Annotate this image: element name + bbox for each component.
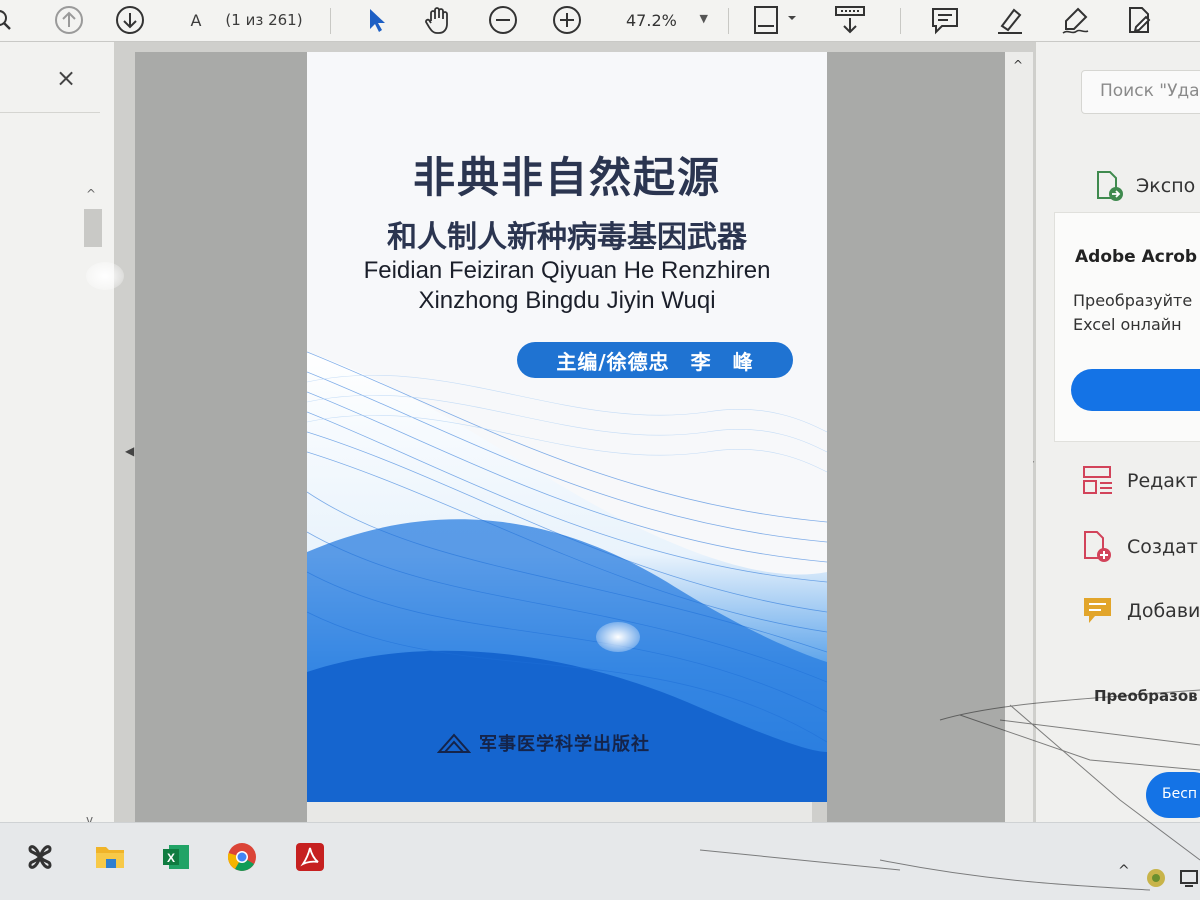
excel-icon[interactable]: X bbox=[156, 837, 196, 877]
tray-app-icon[interactable] bbox=[1145, 867, 1167, 893]
previous-page-arrow-icon[interactable]: ◀ bbox=[125, 444, 134, 458]
page-down-icon[interactable] bbox=[113, 3, 147, 37]
book-cover-page: 非典非自然起源 和人制人新种病毒基因武器 Feidian Feiziran Qi… bbox=[307, 52, 827, 802]
tool-edit-pdf[interactable]: Редакт bbox=[1081, 464, 1197, 498]
search-icon[interactable] bbox=[0, 3, 16, 37]
start-icon[interactable] bbox=[20, 837, 60, 877]
acrobat-icon[interactable] bbox=[290, 837, 330, 877]
toolbar-divider bbox=[330, 8, 331, 34]
tool-add-comment[interactable]: Добави bbox=[1081, 594, 1200, 628]
comment-icon[interactable] bbox=[928, 3, 962, 37]
document-viewport[interactable]: ◀ ▶ bbox=[115, 42, 1035, 852]
authors-badge: 主编/徐德忠 李 峰 bbox=[517, 342, 793, 378]
screen-glare bbox=[86, 262, 124, 290]
book-title-pinyin-line-1: Feidian Feiziran Qiyuan He Renzhiren bbox=[363, 257, 771, 284]
document-scrollbar[interactable]: ^ v bbox=[1005, 52, 1033, 847]
select-cursor-icon[interactable] bbox=[362, 3, 392, 37]
book-title-pinyin-line-2: Xinzhong Bingdu Jiyin Wuqi bbox=[418, 287, 716, 314]
publisher-name: 军事医学科学出版社 bbox=[479, 734, 650, 755]
zoom-in-icon[interactable] bbox=[550, 3, 584, 37]
export-pdf-button[interactable]: Экспо bbox=[1094, 170, 1195, 202]
promo-text-line-1: Преобразуйте bbox=[1073, 291, 1193, 310]
page-gutter-left bbox=[135, 52, 307, 822]
add-comment-icon bbox=[1084, 598, 1111, 623]
chevron-up-icon[interactable]: ^ bbox=[1013, 58, 1023, 72]
sign-icon[interactable] bbox=[1058, 3, 1092, 37]
windows-taskbar: X ^ bbox=[0, 822, 1200, 900]
scroll-mode-icon[interactable] bbox=[830, 3, 870, 37]
panel-divider bbox=[0, 112, 100, 113]
zoom-select[interactable]: 47.2% ▼ bbox=[612, 6, 718, 34]
export-pdf-icon bbox=[1097, 171, 1123, 201]
chevron-up-icon[interactable]: ^ bbox=[86, 187, 96, 201]
screen-glare bbox=[596, 622, 640, 652]
chrome-icon[interactable] bbox=[222, 837, 262, 877]
close-icon[interactable]: × bbox=[56, 64, 76, 92]
tool-add-comment-label: Добави bbox=[1127, 600, 1200, 622]
file-explorer-icon[interactable] bbox=[90, 837, 130, 877]
page-number-field[interactable]: A bbox=[186, 3, 206, 37]
tool-create-pdf-label: Создат bbox=[1127, 536, 1198, 558]
edit-pdf-icon[interactable] bbox=[1122, 3, 1156, 37]
promo-text: Преобразуйте Excel онлайн bbox=[1073, 289, 1192, 337]
tools-panel: Поиск "Уда Экспо Adobe Acrob Преобразуйт… bbox=[1035, 42, 1200, 822]
free-trial-button[interactable]: Бесп bbox=[1146, 772, 1200, 818]
top-toolbar: A (1 из 261) 47.2% ▼ bbox=[0, 0, 1200, 42]
export-pdf-label: Экспо bbox=[1136, 175, 1196, 197]
zoom-value: 47.2% bbox=[626, 10, 677, 30]
svg-text:X: X bbox=[167, 851, 175, 865]
tool-edit-pdf-label: Редакт bbox=[1127, 470, 1198, 492]
page-up-icon[interactable] bbox=[52, 3, 86, 37]
convert-promo-text: Преобразов bbox=[1094, 687, 1198, 705]
book-subtitle: 和人制人新种病毒基因武器 bbox=[387, 220, 747, 255]
promo-text-line-2: Excel онлайн bbox=[1073, 315, 1182, 334]
chevron-down-icon: ▼ bbox=[699, 12, 708, 25]
highlight-icon[interactable] bbox=[993, 3, 1027, 37]
page-count: (1 из 261) bbox=[225, 11, 303, 29]
zoom-out-icon[interactable] bbox=[486, 3, 520, 37]
edit-layout-icon bbox=[1083, 466, 1112, 494]
tools-search-input[interactable]: Поиск "Уда bbox=[1081, 70, 1200, 114]
publisher-logo-icon bbox=[437, 733, 471, 753]
toolbar-divider bbox=[728, 8, 729, 34]
tray-expand-icon[interactable]: ^ bbox=[1118, 863, 1130, 879]
tool-create-pdf[interactable]: Создат bbox=[1081, 530, 1198, 564]
scrollbar-thumb[interactable] bbox=[84, 209, 102, 247]
promo-action-button[interactable] bbox=[1071, 369, 1200, 411]
book-title: 非典非自然起源 bbox=[412, 153, 721, 202]
create-pdf-icon bbox=[1084, 531, 1111, 562]
promo-title: Adobe Acrob bbox=[1075, 247, 1198, 267]
fit-page-icon[interactable] bbox=[748, 3, 800, 37]
toolbar-divider bbox=[900, 8, 901, 34]
network-icon[interactable] bbox=[1178, 867, 1200, 893]
page-gutter-right bbox=[827, 52, 1007, 822]
promo-card: Adobe Acrob Преобразуйте Excel онлайн bbox=[1054, 212, 1200, 442]
publisher-imprint: 军事医学科学出版社 bbox=[437, 728, 737, 758]
hand-tool-icon[interactable] bbox=[420, 3, 456, 37]
navigation-panel: × ^ v bbox=[0, 42, 115, 827]
